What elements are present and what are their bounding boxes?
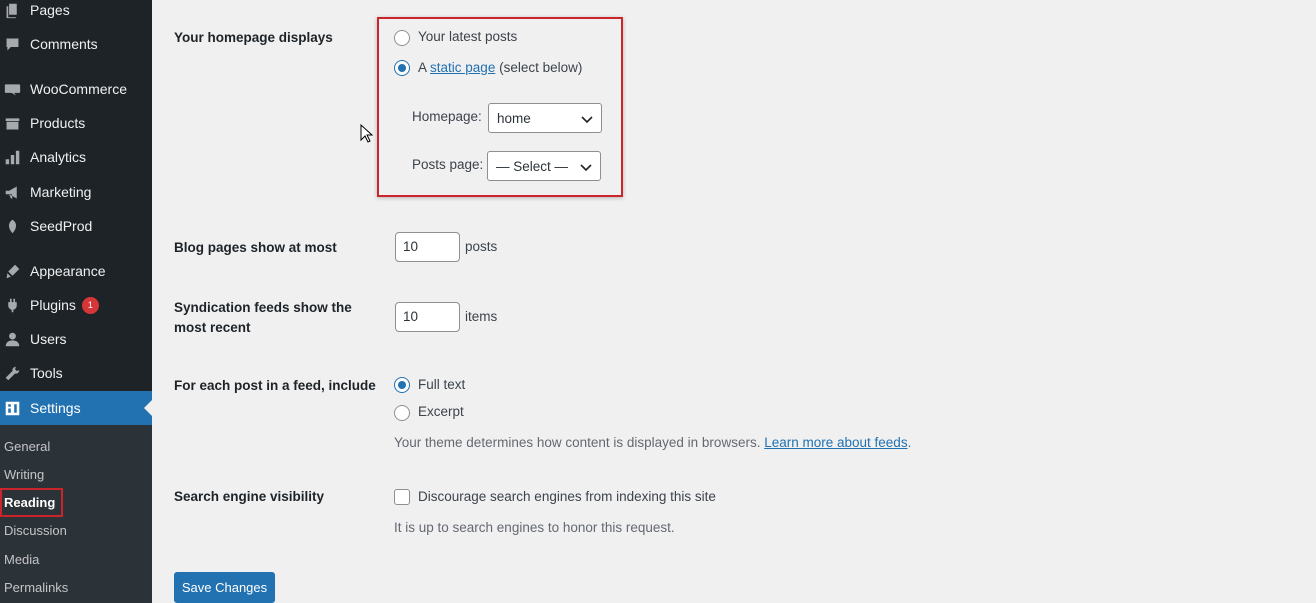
learn-more-feeds-link[interactable]: Learn more about feeds: [764, 435, 907, 450]
sidebar-item-products[interactable]: Products: [0, 106, 152, 140]
excerpt-label: Excerpt: [418, 404, 464, 419]
search-description: It is up to search engines to honor this…: [394, 520, 675, 535]
mouse-cursor-icon: [360, 124, 374, 143]
sidebar-item-marketing[interactable]: Marketing: [0, 175, 152, 209]
sidebar-item-label: Pages: [30, 2, 70, 18]
submenu-item-permalinks[interactable]: Permalinks: [4, 580, 68, 595]
discourage-search-checkbox[interactable]: [394, 489, 410, 505]
full-text-label: Full text: [418, 377, 466, 392]
settings-icon: [2, 398, 22, 418]
sidebar-item-analytics[interactable]: Analytics: [0, 140, 152, 174]
sidebar-item-seedprod[interactable]: SeedProd: [0, 209, 152, 243]
users-icon: [2, 329, 22, 349]
sidebar-item-tools[interactable]: Tools: [0, 356, 152, 390]
blog-pages-label: Blog pages show at most: [174, 240, 337, 255]
submenu-item-writing[interactable]: Writing: [4, 467, 44, 482]
feed-description-period: .: [907, 435, 912, 450]
sidebar-item-comments[interactable]: Comments: [0, 27, 152, 61]
sidebar-item-label: SeedProd: [30, 218, 93, 234]
feed-include-label: For each post in a feed, include: [174, 378, 376, 393]
appearance-icon: [2, 261, 22, 281]
submenu-item-discussion[interactable]: Discussion: [4, 523, 67, 538]
syndication-unit: items: [465, 309, 498, 324]
sidebar-item-woocommerce[interactable]: WooCommerce: [0, 72, 152, 106]
sidebar-item-settings[interactable]: Settings: [0, 391, 152, 425]
tools-icon: [2, 363, 22, 383]
sidebar-item-users[interactable]: Users: [0, 322, 152, 356]
blog-pages-unit: posts: [465, 239, 498, 254]
sidebar-item-label: Tools: [30, 365, 63, 381]
reading-highlight-box: [0, 488, 63, 517]
sidebar-item-label: Appearance: [30, 263, 106, 279]
pages-icon: [2, 0, 22, 20]
full-text-radio[interactable]: [394, 377, 410, 393]
save-changes-button[interactable]: Save Changes: [174, 572, 275, 603]
syndication-label-line1: Syndication feeds show the: [174, 300, 352, 315]
feed-description-text: Your theme determines how content is dis…: [394, 435, 761, 450]
homepage-options-highlight-box: [377, 17, 623, 197]
feed-description: Your theme determines how content is dis…: [394, 435, 911, 450]
sidebar-item-pages[interactable]: Pages: [0, 0, 152, 27]
sidebar-item-label: Plugins: [30, 297, 76, 313]
discourage-search-label: Discourage search engines from indexing …: [418, 489, 716, 504]
sidebar-item-label: Settings: [30, 400, 81, 416]
sidebar-item-appearance[interactable]: Appearance: [0, 254, 152, 288]
submenu-item-general[interactable]: General: [4, 439, 50, 454]
submenu-item-media[interactable]: Media: [4, 552, 39, 567]
sidebar-item-label: WooCommerce: [30, 81, 127, 97]
comments-icon: [2, 34, 22, 54]
analytics-icon: [2, 147, 22, 167]
sidebar-item-label: Marketing: [30, 184, 92, 200]
update-count-badge: 1: [81, 296, 99, 314]
sidebar-item-label: Users: [30, 331, 67, 347]
plugins-icon: [2, 295, 22, 315]
blog-pages-input[interactable]: 10: [395, 232, 460, 262]
excerpt-radio[interactable]: [394, 405, 410, 421]
syndication-input[interactable]: 10: [395, 302, 460, 332]
sidebar-item-label: Comments: [30, 36, 98, 52]
products-icon: [2, 113, 22, 133]
sidebar-item-label: Products: [30, 115, 86, 131]
marketing-icon: [2, 182, 22, 202]
sidebar-item-label: Analytics: [30, 149, 87, 165]
syndication-label-line2: most recent: [174, 320, 251, 335]
search-visibility-label: Search engine visibility: [174, 489, 325, 504]
homepage-displays-label: Your homepage displays: [174, 30, 333, 45]
woocommerce-icon: [2, 79, 22, 99]
admin-sidebar: Pages Comments WooCommerce Products Anal…: [0, 0, 152, 603]
seedprod-icon: [2, 216, 22, 236]
sidebar-item-plugins[interactable]: Plugins 1: [0, 288, 152, 322]
